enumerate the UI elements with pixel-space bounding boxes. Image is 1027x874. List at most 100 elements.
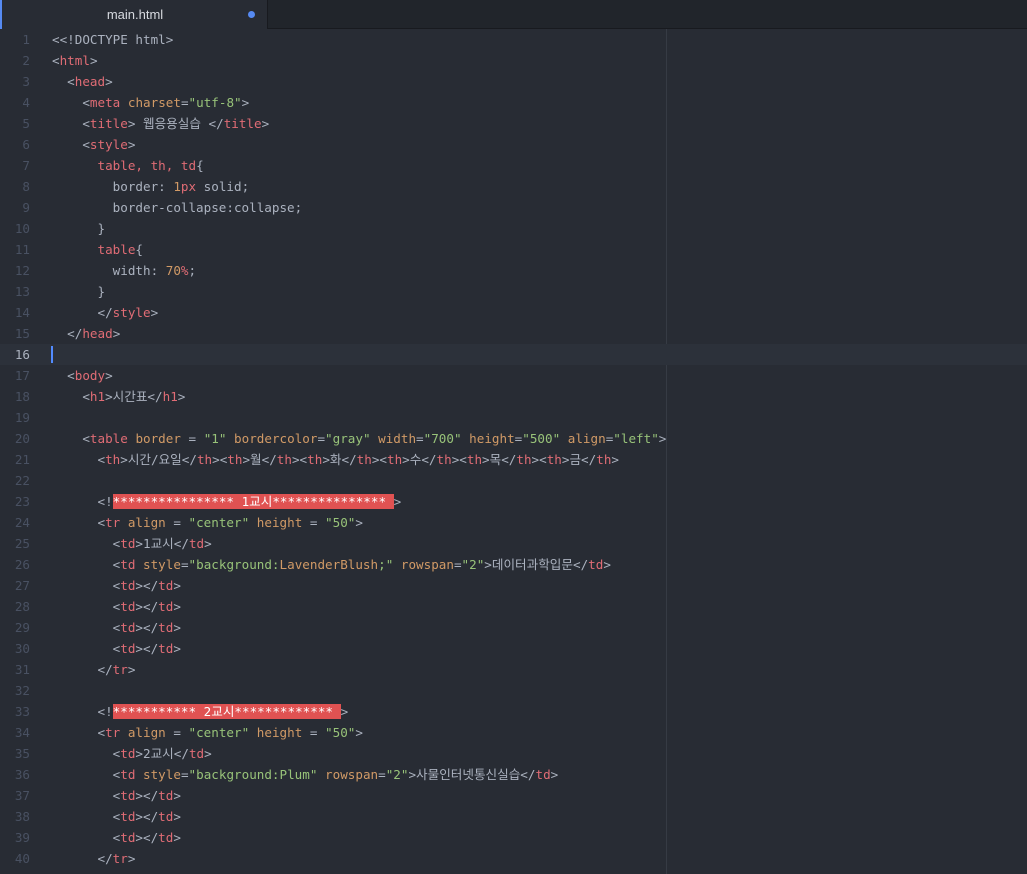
code-line[interactable]: 32: [0, 680, 1027, 701]
code-token: >: [89, 53, 98, 68]
code-token: "background:: [188, 557, 280, 572]
code-line[interactable]: 27 <td></td>: [0, 575, 1027, 596]
code-line[interactable]: 21 <th>시간/요일</th><th>월</th><th>화</th><th…: [0, 449, 1027, 470]
code-token: ></: [135, 641, 159, 656]
code-line[interactable]: 28 <td></td>: [0, 596, 1027, 617]
line-code: </tr>: [52, 848, 135, 869]
code-token: <: [52, 431, 90, 446]
code-token: >: [611, 452, 619, 467]
code-token: <: [52, 620, 121, 635]
code-line[interactable]: 39 <td></td>: [0, 827, 1027, 848]
line-code: <th>시간/요일</th><th>월</th><th>화</th><th>수<…: [52, 449, 619, 470]
code-line[interactable]: 7 table, th, td{: [0, 155, 1027, 176]
code-token: height: [469, 431, 515, 446]
line-code: <meta charset="utf-8">: [52, 92, 249, 113]
code-line[interactable]: 29 <td></td>: [0, 617, 1027, 638]
code-token: >: [204, 746, 212, 761]
code-line[interactable]: 10 }: [0, 218, 1027, 239]
code-line[interactable]: 26 <td style="background:LavenderBlush;"…: [0, 554, 1027, 575]
code-token: tr: [112, 851, 128, 866]
code-line[interactable]: 3 <head>: [0, 71, 1027, 92]
line-number: 37: [14, 788, 30, 803]
code-token: =: [180, 431, 204, 446]
code-line[interactable]: 25 <td>1교시</td>: [0, 533, 1027, 554]
line-number: 17: [14, 368, 30, 383]
line-code: <td></td>: [52, 785, 181, 806]
code-line[interactable]: 12 width: 70%;: [0, 260, 1027, 281]
code-line[interactable]: 31 </tr>: [0, 659, 1027, 680]
code-token: style: [143, 557, 181, 572]
code-line[interactable]: 18 <h1>시간표</h1>: [0, 386, 1027, 407]
code-token: td: [120, 809, 136, 824]
code-token: >1교시</: [135, 536, 189, 551]
code-token: >: [105, 368, 113, 383]
code-line[interactable]: 38 <td></td>: [0, 806, 1027, 827]
code-line[interactable]: 5 <title> 웹응용실습 </title>: [0, 113, 1027, 134]
code-token: table: [97, 242, 136, 257]
code-line[interactable]: 20 <table border = "1" bordercolor="gray…: [0, 428, 1027, 449]
code-line[interactable]: 35 <td>2교시</td>: [0, 743, 1027, 764]
code-token: th: [356, 452, 372, 467]
code-token: =: [165, 515, 189, 530]
code-line[interactable]: 33 <!*********** 2교시************* >: [0, 701, 1027, 722]
code-line[interactable]: 19: [0, 407, 1027, 428]
code-line[interactable]: 11 table{: [0, 239, 1027, 260]
modified-indicator-icon[interactable]: [248, 11, 255, 18]
code-token: {: [196, 158, 204, 173]
code-token: width: [378, 431, 417, 446]
code-token: >: [173, 620, 181, 635]
tab-title: main.html: [106, 7, 164, 22]
code-editor[interactable]: 1 <<!DOCTYPE html> 2 <html> 3 <head> 4 <meta …: [0, 29, 1027, 874]
code-line[interactable]: 30 <td></td>: [0, 638, 1027, 659]
code-line[interactable]: 17 <body>: [0, 365, 1027, 386]
code-token: border: [135, 431, 181, 446]
line-number: 39: [14, 830, 30, 845]
code-token: <: [52, 641, 121, 656]
code-token: align: [127, 515, 166, 530]
code-line[interactable]: 37 <td></td>: [0, 785, 1027, 806]
code-token: =: [180, 95, 189, 110]
code-token: rowspan: [325, 767, 379, 782]
line-code: <title> 웹응용실습 </title>: [52, 113, 269, 134]
line-number: 11: [14, 242, 30, 257]
code-line[interactable]: 14 </style>: [0, 302, 1027, 323]
code-token: tr: [105, 725, 121, 740]
code-line[interactable]: 16: [0, 344, 1027, 365]
code-token: >: [177, 389, 186, 404]
code-line[interactable]: 4 <meta charset="utf-8">: [0, 92, 1027, 113]
code-token: ><: [451, 452, 467, 467]
code-line[interactable]: 22: [0, 470, 1027, 491]
code-line[interactable]: 1 <<!DOCTYPE html>: [0, 29, 1027, 50]
code-line[interactable]: 2 <html>: [0, 50, 1027, 71]
code-line[interactable]: 15 </head>: [0, 323, 1027, 344]
code-line[interactable]: 23 <!**************** 1교시***************…: [0, 491, 1027, 512]
code-token: >: [340, 704, 349, 719]
code-token: >: [127, 137, 136, 152]
code-token: table: [89, 431, 128, 446]
code-token: td: [188, 746, 205, 761]
code-line[interactable]: 6 <style>: [0, 134, 1027, 155]
code-line[interactable]: 13 }: [0, 281, 1027, 302]
code-line[interactable]: 9 border-collapse:collapse;: [0, 197, 1027, 218]
line-number: 13: [14, 284, 30, 299]
line-code: <td></td>: [52, 806, 181, 827]
code-token: td: [120, 578, 136, 593]
tab-main-html[interactable]: main.html: [0, 0, 268, 29]
code-token: >: [173, 809, 181, 824]
code-line[interactable]: 36 <td style="background:Plum" rowspan="…: [0, 764, 1027, 785]
code-line[interactable]: 8 border: 1px solid;: [0, 176, 1027, 197]
code-line[interactable]: 34 <tr align = "center" height = "50">: [0, 722, 1027, 743]
line-code: <td>2교시</td>: [52, 743, 212, 764]
code-token: >: [355, 515, 363, 530]
line-number: 22: [14, 473, 30, 488]
code-token: "2": [385, 767, 409, 782]
code-token: height: [256, 515, 303, 530]
line-number: 16: [14, 347, 30, 362]
line-number: 14: [14, 305, 30, 320]
code-token: 70: [165, 263, 181, 278]
code-line[interactable]: 24 <tr align = "center" height = "50">: [0, 512, 1027, 533]
code-line[interactable]: 40 </tr>: [0, 848, 1027, 869]
line-number: 12: [14, 263, 30, 278]
